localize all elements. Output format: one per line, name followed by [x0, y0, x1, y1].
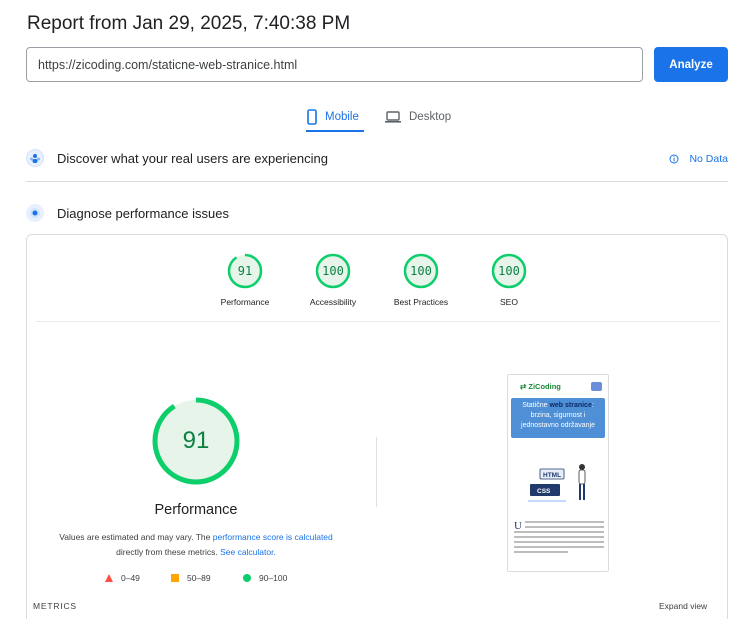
desktop-icon: [385, 111, 401, 123]
tab-desktop-label: Desktop: [409, 111, 452, 123]
diagnose-section-header: Diagnose performance issues: [26, 204, 728, 222]
expand-view-button[interactable]: Expand view: [659, 601, 707, 611]
lighthouse-icon: [26, 204, 44, 222]
preview-illustration: HTML CSS: [528, 464, 586, 502]
gauge-best-practices[interactable]: 100 Best Practices: [376, 253, 466, 307]
gauge-performance[interactable]: 91 Performance: [200, 253, 290, 307]
gauge-accessibility[interactable]: 100 Accessibility: [288, 253, 378, 307]
metrics-label: METRICS: [33, 601, 77, 611]
page-title: Report from Jan 29, 2025, 7:40:38 PM: [27, 13, 351, 34]
crux-section-header: Discover what your real users are experi…: [26, 149, 728, 167]
preview-hero: Statične web stranice: brzina, sigurnost…: [511, 398, 605, 438]
tab-active-indicator: [306, 130, 364, 132]
gauge-seo[interactable]: 100 SEO: [464, 253, 554, 307]
gauge-score: 100: [410, 264, 432, 278]
vertical-divider: [376, 437, 377, 507]
see-calculator-link[interactable]: See calculator.: [220, 547, 276, 557]
legend-pass: 90–100: [243, 573, 287, 583]
menu-icon: [591, 381, 602, 391]
no-data-indicator: No Data: [669, 153, 728, 165]
main-gauge-label: Performance: [154, 502, 238, 518]
gauge-label: Accessibility: [309, 297, 357, 307]
url-input[interactable]: https://zicoding.com/staticne-web-strani…: [26, 47, 643, 82]
gauge-score: 100: [498, 264, 520, 278]
diagnose-heading: Diagnose performance issues: [57, 205, 229, 221]
gauge-score: 91: [237, 264, 253, 278]
final-screenshot-preview[interactable]: ⇄ ZiCoding Statične web stranice: brzina…: [507, 374, 609, 572]
score-note: Values are estimated and may vary. The p…: [46, 530, 346, 560]
square-icon: [171, 574, 179, 582]
tab-desktop[interactable]: Desktop: [385, 104, 451, 130]
crux-heading: Discover what your real users are experi…: [57, 150, 328, 166]
tab-mobile[interactable]: Mobile: [307, 104, 359, 130]
svg-text:CSS: CSS: [537, 488, 551, 495]
triangle-icon: [105, 574, 113, 582]
circle-icon: [243, 574, 251, 582]
performance-score-link[interactable]: performance score is calculated: [213, 532, 333, 542]
preview-body-text: U: [514, 521, 604, 556]
info-icon: [669, 154, 679, 164]
main-gauge-score: 91: [182, 427, 210, 454]
note-prefix: Values are estimated and may vary. The: [59, 532, 213, 542]
gauge-label: Best Practices: [393, 297, 449, 307]
analyze-button[interactable]: Analyze: [654, 47, 728, 82]
gauge-label: SEO: [500, 297, 518, 307]
legend-average: 50–89: [171, 573, 211, 583]
no-data-label: No Data: [689, 153, 728, 165]
legend-pass-label: 90–100: [259, 573, 288, 583]
section-divider: [26, 181, 728, 182]
users-icon: [26, 149, 44, 167]
svg-text:HTML: HTML: [543, 472, 561, 479]
gauges-divider: [36, 321, 720, 322]
legend-fail-label: 0–49: [121, 573, 140, 583]
legend-average-label: 50–89: [187, 573, 211, 583]
tab-mobile-label: Mobile: [325, 111, 359, 123]
mobile-icon: [307, 109, 317, 125]
preview-logo: ⇄ ZiCoding: [520, 381, 561, 391]
legend-fail: 0–49: [105, 573, 140, 583]
gauge-score: 100: [322, 264, 344, 278]
note-middle: directly from these metrics.: [116, 547, 221, 557]
gauge-label: Performance: [220, 297, 270, 307]
